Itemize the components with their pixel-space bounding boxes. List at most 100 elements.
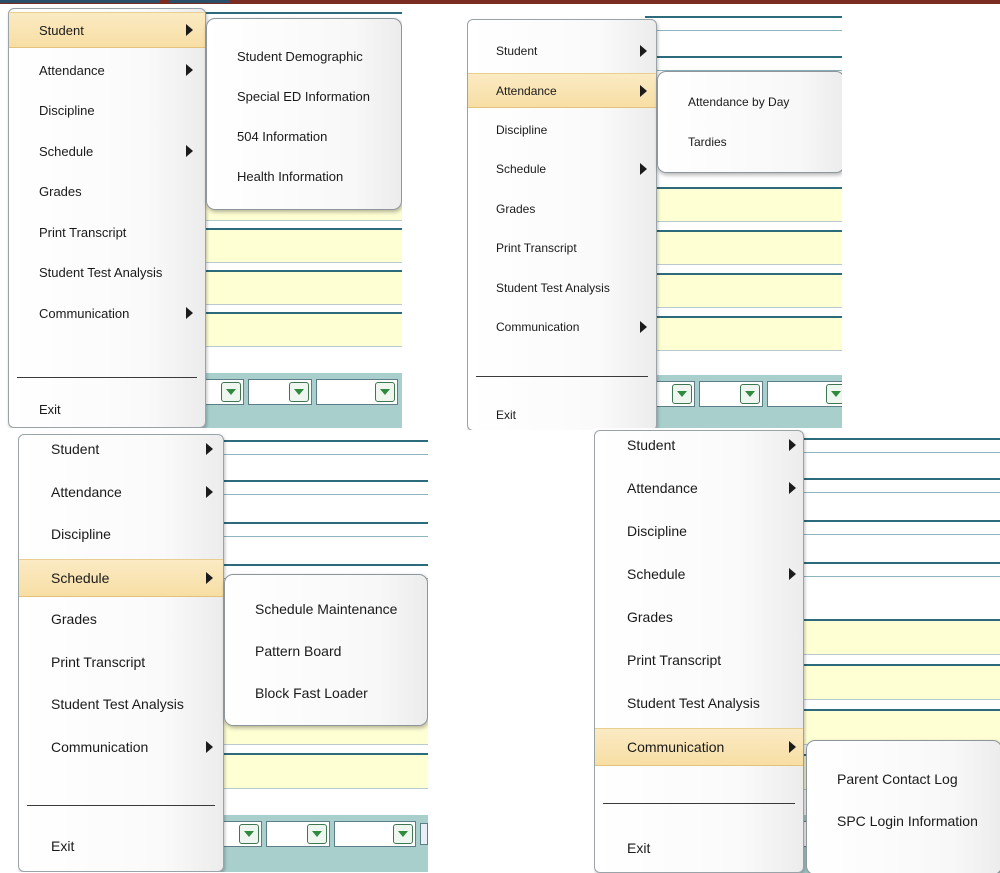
menu-item-communication[interactable]: Communication <box>468 310 656 343</box>
menu-item-communication[interactable]: Communication <box>19 729 223 765</box>
form-field-border <box>792 576 1000 577</box>
submenu-item-block-fast-loader[interactable]: Block Fast Loader <box>255 685 368 701</box>
submenu-item-schedule-maintenance[interactable]: Schedule Maintenance <box>255 601 397 617</box>
menu-item-student-test-analysis[interactable]: Student Test Analysis <box>9 255 205 289</box>
submenu-item-pattern-board[interactable]: Pattern Board <box>255 643 341 659</box>
menu-item-attendance[interactable]: Attendance <box>19 474 223 510</box>
form-input-field[interactable] <box>645 230 842 265</box>
menu-item-grades[interactable]: Grades <box>9 174 205 208</box>
menu-item-student[interactable]: Student <box>468 34 656 67</box>
context-menu: Student Attendance Discipline Schedule Grade… <box>8 8 206 428</box>
menu-item-print-transcript[interactable]: Print Transcript <box>595 642 803 678</box>
menu-item-attendance[interactable]: Attendance <box>468 73 656 108</box>
form-input-field[interactable] <box>792 619 1000 655</box>
dropdown-arrow-icon[interactable] <box>289 382 309 402</box>
form-dropdown[interactable] <box>699 381 763 407</box>
menu-item-discipline[interactable]: Discipline <box>9 93 205 127</box>
menu-item-print-transcript[interactable]: Print Transcript <box>468 231 656 264</box>
menu-item-schedule[interactable]: Schedule <box>9 134 205 168</box>
menu-item-label: Exit <box>39 401 61 417</box>
submenu-item-student-demographic[interactable]: Student Demographic <box>237 49 363 64</box>
submenu-arrow-icon <box>206 741 213 753</box>
dropdown-arrow-icon[interactable] <box>375 382 395 402</box>
menu-item-grades[interactable]: Grades <box>595 599 803 635</box>
menu-item-label: Student <box>496 43 538 58</box>
menu-item-student[interactable]: Student <box>19 432 223 467</box>
menu-item-grades[interactable]: Grades <box>19 601 223 637</box>
menu-item-schedule[interactable]: Schedule <box>468 152 656 185</box>
submenu-arrow-icon <box>640 320 647 333</box>
menu-item-attendance[interactable]: Attendance <box>9 53 205 87</box>
form-field-border <box>212 440 428 442</box>
form-input-field[interactable] <box>194 228 402 263</box>
dropdown-arrow-icon[interactable] <box>221 382 241 402</box>
menu-item-student[interactable]: Student <box>595 428 803 463</box>
menu-item-exit[interactable]: Exit <box>468 399 656 431</box>
menu-item-student-test-analysis[interactable]: Student Test Analysis <box>468 271 656 304</box>
form-dropdown[interactable] <box>334 821 416 847</box>
form-input-field[interactable] <box>212 753 428 789</box>
form-dropdown[interactable] <box>316 379 398 405</box>
menu-item-communication[interactable]: Communication <box>595 728 803 766</box>
submenu-item-spc-login-information[interactable]: SPC Login Information <box>837 813 978 829</box>
form-input-field[interactable] <box>792 664 1000 700</box>
menu-item-schedule[interactable]: Schedule <box>19 559 223 597</box>
attendance-menu-panel: Student Attendance Discipline Schedule Grade… <box>467 4 842 430</box>
menu-item-student-test-analysis[interactable]: Student Test Analysis <box>19 686 223 722</box>
submenu-item-504-information[interactable]: 504 Information <box>237 129 327 144</box>
menu-item-print-transcript[interactable]: Print Transcript <box>9 215 205 249</box>
form-input-field[interactable] <box>645 187 842 222</box>
submenu-item-parent-contact-log[interactable]: Parent Contact Log <box>837 771 958 787</box>
submenu-item-attendance-by-day[interactable]: Attendance by Day <box>688 95 789 109</box>
submenu-communication: Parent Contact Log SPC Login Information <box>806 740 1000 873</box>
form-input-field[interactable] <box>194 312 402 347</box>
menu-separator <box>27 805 215 806</box>
menu-item-student[interactable]: Student <box>9 12 205 48</box>
communication-menu-panel: Student Attendance Discipline Schedule Grade… <box>594 428 1000 873</box>
menu-item-exit[interactable]: Exit <box>19 828 223 864</box>
dropdown-arrow-icon[interactable] <box>826 384 842 404</box>
menu-item-schedule[interactable]: Schedule <box>595 556 803 592</box>
form-field-border <box>792 534 1000 535</box>
submenu-item-tardies[interactable]: Tardies <box>688 135 727 149</box>
submenu-arrow-icon <box>640 162 647 175</box>
submenu-arrow-icon <box>789 439 796 451</box>
menu-item-discipline[interactable]: Discipline <box>19 516 223 552</box>
submenu-arrow-icon <box>206 443 213 455</box>
menu-item-discipline[interactable]: Discipline <box>595 513 803 549</box>
form-field-border <box>212 480 428 482</box>
dropdown-arrow-icon[interactable] <box>740 384 760 404</box>
menu-item-label: Discipline <box>39 102 95 118</box>
menu-item-exit[interactable]: Exit <box>9 392 205 426</box>
menu-item-print-transcript[interactable]: Print Transcript <box>19 644 223 680</box>
form-input-field[interactable] <box>645 273 842 308</box>
menu-item-grades[interactable]: Grades <box>468 192 656 225</box>
submenu-item-special-ed-information[interactable]: Special ED Information <box>237 89 370 104</box>
form-dropdown[interactable] <box>767 381 842 407</box>
form-dropdown[interactable] <box>266 821 330 847</box>
form-input-field[interactable] <box>194 270 402 305</box>
submenu-item-health-information[interactable]: Health Information <box>237 169 343 184</box>
dropdown-arrow-icon[interactable] <box>672 384 692 404</box>
form-dropdown[interactable] <box>248 379 312 405</box>
calendar-icon[interactable] <box>420 823 428 845</box>
menu-item-exit[interactable]: Exit <box>595 830 803 866</box>
menu-item-student-test-analysis[interactable]: Student Test Analysis <box>595 685 803 721</box>
menu-item-label: Grades <box>39 183 82 199</box>
menu-item-communication[interactable]: Communication <box>9 296 205 330</box>
menu-item-label: Attendance <box>627 480 698 496</box>
menu-item-label: Exit <box>496 408 517 422</box>
context-menu: Student Attendance Discipline Schedule Grade… <box>467 19 657 430</box>
submenu-arrow-icon <box>640 44 647 57</box>
form-input-field[interactable] <box>645 316 842 351</box>
menu-item-label: Student <box>627 437 676 453</box>
menu-item-discipline[interactable]: Discipline <box>468 113 656 146</box>
submenu-arrow-icon <box>186 145 193 157</box>
submenu-schedule: Schedule Maintenance Pattern Board Block F… <box>224 574 428 726</box>
menu-item-attendance[interactable]: Attendance <box>595 470 803 506</box>
menu-item-label: Schedule <box>51 570 110 586</box>
dropdown-arrow-icon[interactable] <box>239 824 259 844</box>
dropdown-arrow-icon[interactable] <box>307 824 327 844</box>
menu-item-label: Student Test Analysis <box>51 696 184 712</box>
dropdown-arrow-icon[interactable] <box>393 824 413 844</box>
